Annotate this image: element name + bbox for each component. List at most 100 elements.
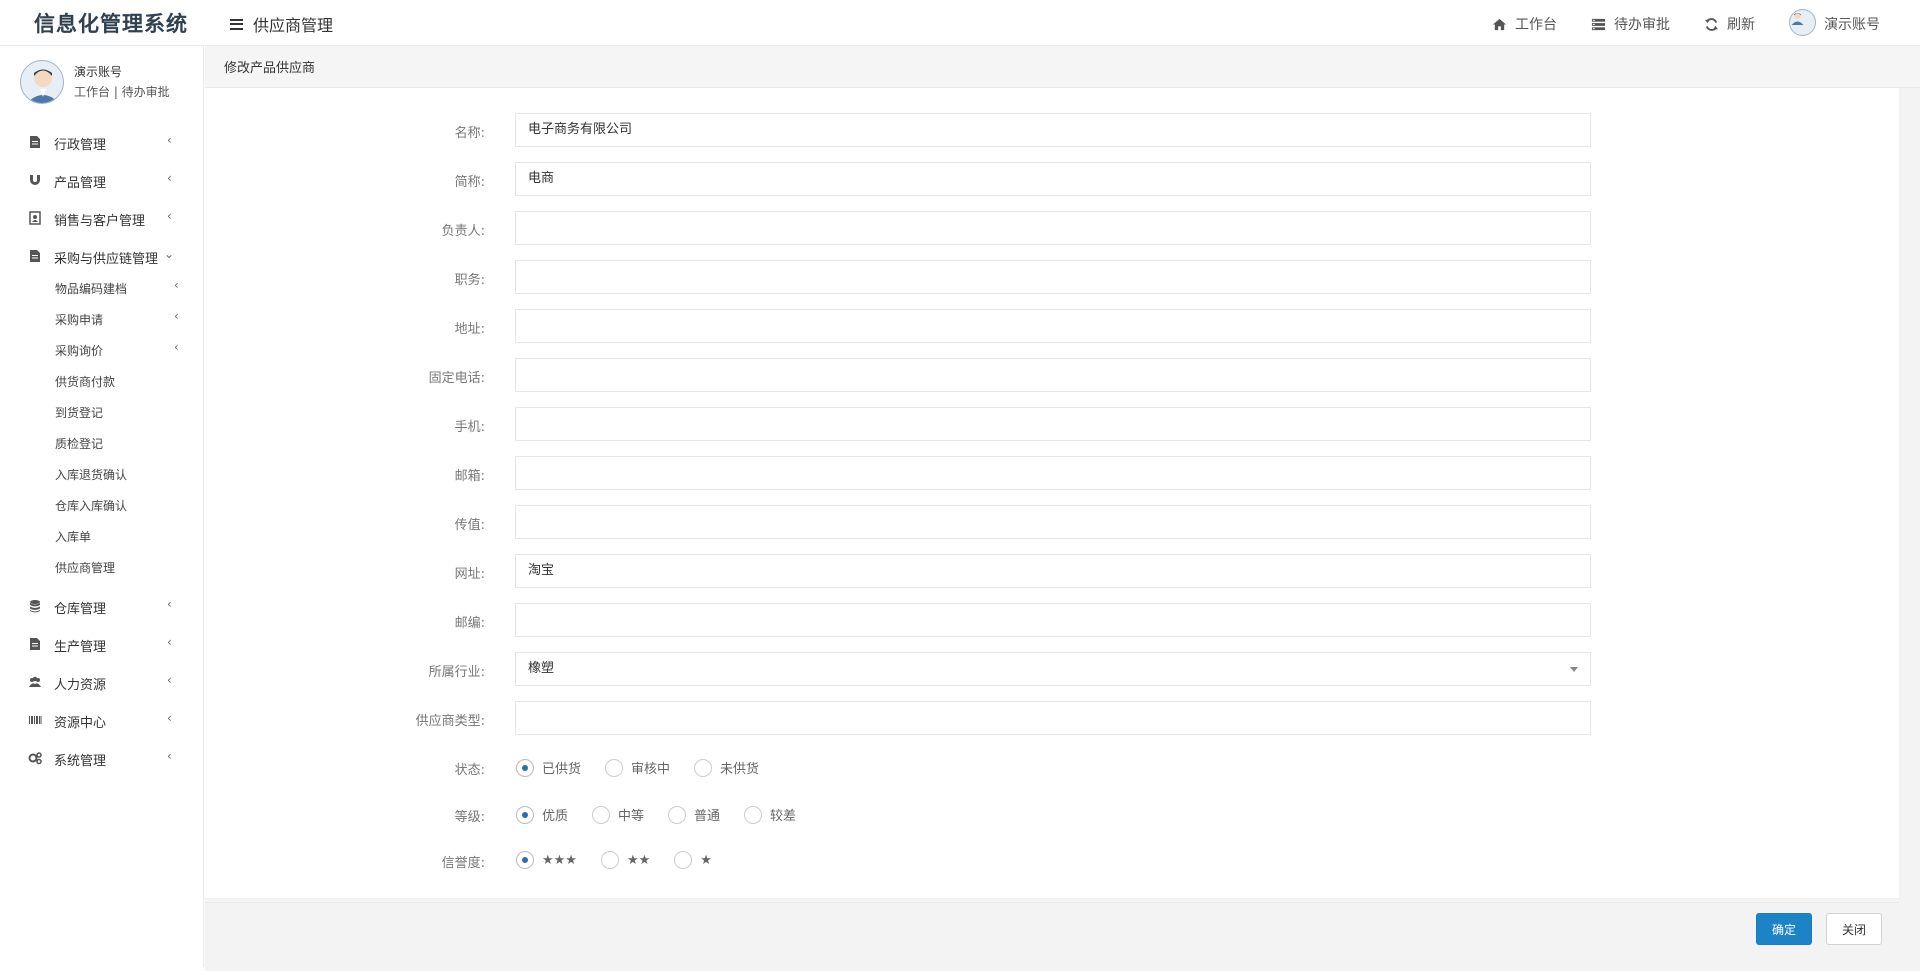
confirm-button[interactable]: 确定 <box>1756 913 1812 945</box>
sidebar-subitem-supplier-payment[interactable]: 供货商付款 <box>4 369 204 393</box>
sidebar-item-label: 采购与供应链管理 <box>54 252 159 267</box>
status-radio-supplied[interactable]: 已供货 <box>516 758 581 777</box>
sidebar-item-procurement[interactable]: 采购与供应链管理 ⌄ <box>4 241 204 271</box>
position-input[interactable] <box>515 260 1591 294</box>
radio-dot <box>516 805 534 824</box>
top-links: 工作台 待办审批 刷新 演示账号 <box>1492 9 1880 36</box>
avatar[interactable] <box>20 60 64 104</box>
radio-dot <box>605 758 624 777</box>
industry-select[interactable]: 橡塑 <box>515 652 1591 686</box>
sidebar-subitem-warehouse-confirm[interactable]: 仓库入库确认 <box>4 493 204 517</box>
sidebar-subitem-label: 质检登记 <box>55 437 104 451</box>
barcode-icon <box>29 716 42 724</box>
sidebar-subitem-label: 供货商付款 <box>55 375 116 389</box>
database-icon <box>30 600 40 613</box>
radio-label: 中等 <box>618 809 645 824</box>
account-menu[interactable]: 演示账号 <box>1789 9 1880 36</box>
sidebar: 演示账号 工作台 | 待办审批 行政管理 ‹ 产品管理 ‹ 销售与客户管理 ‹ … <box>4 46 204 967</box>
close-button[interactable]: 关闭 <box>1826 913 1882 945</box>
credit-radio-three-stars[interactable]: ★★★ <box>516 851 577 869</box>
name-input[interactable]: 电子商务有限公司 <box>515 113 1591 147</box>
email-label: 邮箱: <box>454 469 485 484</box>
sidebar-subitem-label: 入库退货确认 <box>55 468 128 482</box>
sidebar-item-label: 仓库管理 <box>54 602 107 617</box>
sidebar-item-label: 生产管理 <box>54 640 107 655</box>
credit-radio-one-star[interactable]: ★ <box>674 851 712 869</box>
refresh-label: 刷新 <box>1727 17 1755 33</box>
sidebar-item-label: 产品管理 <box>54 176 107 191</box>
grade-radio-excellent[interactable]: 优质 <box>516 805 568 824</box>
panel-title: 修改产品供应商 <box>224 61 316 76</box>
radio-label: 优质 <box>542 809 569 824</box>
user-quick-links[interactable]: 工作台 | 待办审批 <box>74 83 170 100</box>
sidebar-subitem-inbound-order[interactable]: 入库单 <box>4 524 204 548</box>
chevron-left-icon: ‹ <box>174 340 179 354</box>
sidebar-subitem-purchase-inquiry[interactable]: 采购询价 ‹ <box>4 338 204 362</box>
user-name: 演示账号 <box>74 65 123 79</box>
gears-icon <box>28 752 42 765</box>
menu-toggle-button[interactable]: 供应商管理 <box>230 12 333 36</box>
pending-approval-link[interactable]: 待办审批 <box>1591 14 1670 34</box>
sidebar-subitem-return-confirm[interactable]: 入库退货确认 <box>4 462 204 486</box>
sidebar-subitem-item-coding[interactable]: 物品编码建档 ‹ <box>4 276 204 300</box>
current-module-label: 供应商管理 <box>253 16 334 35</box>
industry-select-value: 橡塑 <box>528 661 555 676</box>
fax-input[interactable] <box>515 505 1591 539</box>
sidebar-item-admin[interactable]: 行政管理 ‹ <box>4 127 204 157</box>
grade-label: 等级: <box>454 810 485 825</box>
sidebar-item-sales[interactable]: 销售与客户管理 ‹ <box>4 203 204 233</box>
postcode-label: 邮编: <box>454 616 485 631</box>
sidebar-item-resource-center[interactable]: 资源中心 ‹ <box>4 705 204 735</box>
grade-radio-normal[interactable]: 普通 <box>668 805 720 824</box>
user-profile: 演示账号 工作台 | 待办审批 <box>20 60 200 110</box>
radio-label: 已供货 <box>542 762 582 777</box>
chevron-down-icon: ⌄ <box>164 247 175 261</box>
grade-radio-medium[interactable]: 中等 <box>592 805 644 824</box>
landline-input[interactable] <box>515 358 1591 392</box>
sidebar-subitem-purchase-request[interactable]: 采购申请 ‹ <box>4 307 204 331</box>
sidebar-item-warehouse[interactable]: 仓库管理 ‹ <box>4 591 204 621</box>
chevron-left-icon: ‹ <box>167 673 172 687</box>
radio-label: ★ <box>700 852 712 868</box>
landline-label: 固定电话: <box>428 371 485 386</box>
radio-dot <box>600 851 619 869</box>
radio-dot <box>516 851 534 869</box>
sidebar-item-label: 销售与客户管理 <box>54 214 146 229</box>
manager-input[interactable] <box>515 211 1591 245</box>
radio-label: ★★★ <box>542 852 577 868</box>
credit-radio-group: ★★★ ★★ ★ <box>516 851 736 869</box>
credit-radio-two-stars[interactable]: ★★ <box>600 851 650 869</box>
chevron-left-icon: ‹ <box>167 597 172 611</box>
sidebar-item-label: 人力资源 <box>54 678 107 693</box>
refresh-link[interactable]: 刷新 <box>1704 14 1755 34</box>
website-input[interactable]: 淘宝 <box>515 554 1591 588</box>
manager-label: 负责人: <box>441 224 485 239</box>
sidebar-item-system[interactable]: 系统管理 ‹ <box>4 743 204 773</box>
radio-dot <box>592 805 611 824</box>
short-name-input[interactable]: 电商 <box>515 162 1591 196</box>
status-radio-not-supplied[interactable]: 未供货 <box>694 758 759 777</box>
sidebar-subitem-label: 仓库入库确认 <box>55 499 128 513</box>
status-radio-reviewing[interactable]: 审核中 <box>605 758 670 777</box>
sidebar-item-hr[interactable]: 人力资源 ‹ <box>4 667 204 697</box>
address-input[interactable] <box>515 309 1591 343</box>
supplier-type-label: 供应商类型: <box>415 714 485 729</box>
sidebar-subitem-quality-inspection[interactable]: 质检登记 <box>4 431 204 455</box>
workbench-link[interactable]: 工作台 <box>1492 14 1557 34</box>
email-input[interactable] <box>515 456 1591 490</box>
account-name: 演示账号 <box>1824 17 1880 33</box>
sidebar-item-product[interactable]: 产品管理 ‹ <box>4 165 204 195</box>
sidebar-subitem-arrival-registration[interactable]: 到货登记 <box>4 400 204 424</box>
credit-label: 信誉度: <box>441 856 485 871</box>
sidebar-subitem-supplier-management[interactable]: 供应商管理 <box>4 555 204 579</box>
grade-radio-poor[interactable]: 较差 <box>744 805 796 824</box>
supplier-type-input[interactable] <box>515 701 1591 735</box>
postcode-input[interactable] <box>515 603 1591 637</box>
mobile-input[interactable] <box>515 407 1591 441</box>
radio-dot <box>694 758 713 777</box>
fax-label: 传值: <box>454 518 485 533</box>
position-label: 职务: <box>454 273 485 288</box>
pending-approval-label: 待办审批 <box>1614 17 1670 33</box>
form-footer: 确定 关闭 <box>205 902 1899 971</box>
sidebar-item-production[interactable]: 生产管理 ‹ <box>4 629 204 659</box>
